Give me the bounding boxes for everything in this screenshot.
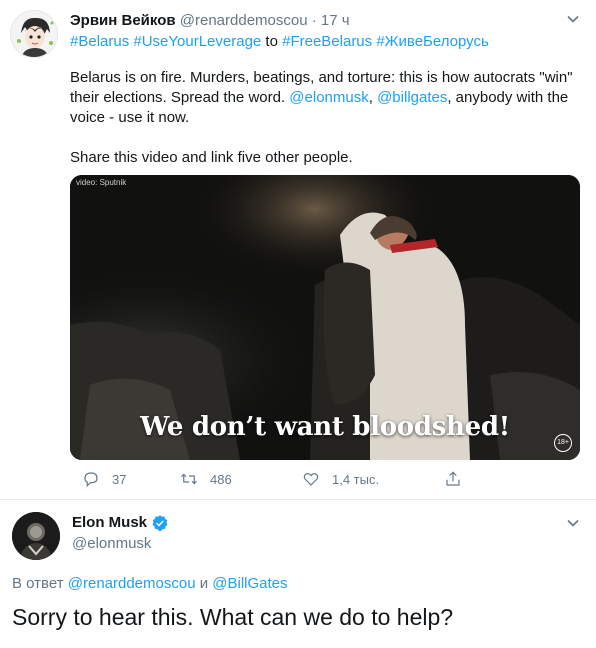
share-icon: [446, 471, 460, 486]
author-avatar[interactable]: [10, 10, 58, 58]
video-source-label: video: Sputnik: [76, 178, 127, 187]
chevron-down-icon[interactable]: [566, 12, 580, 29]
to-word: to: [265, 33, 278, 50]
reply-icon: [84, 472, 98, 488]
video-subtitle: We don’t want bloodshed!: [140, 412, 510, 442]
avatar-photo-icon: [12, 512, 60, 560]
comma: ,: [368, 89, 378, 106]
retweet-icon: [181, 473, 197, 485]
original-tweet[interactable]: Эрвин Вейков @renarddemoscou · 17 ч #Bel…: [0, 0, 596, 500]
reply-and: и: [195, 575, 213, 592]
reply-tweet-text: Sorry to hear this. What can we do to he…: [12, 604, 454, 630]
mention-elonmusk[interactable]: @elonmusk: [289, 89, 368, 106]
tweet-header: Эрвин Вейков @renarddemoscou · 17 ч: [70, 11, 350, 31]
tweet-actions: 37 486 1,4 тыс.: [70, 470, 490, 492]
reply-to-billgates[interactable]: @BillGates: [212, 575, 287, 592]
chevron-down-icon[interactable]: [566, 516, 580, 533]
avatar-illustration-icon: [11, 11, 57, 57]
share-instruction: Share this video and link five other peo…: [70, 149, 353, 166]
share-button[interactable]: [444, 470, 474, 488]
retweet-count: 486: [210, 471, 232, 487]
reply-to-renarddemoscou[interactable]: @renarddemoscou: [68, 575, 196, 592]
hashtag-belarus[interactable]: #Belarus: [70, 33, 129, 50]
tweet-body: Belarus is on fire. Murders, beatings, a…: [70, 68, 580, 128]
like-button[interactable]: 1,4 тыс.: [302, 470, 379, 488]
author-name[interactable]: Эрвин Вейков: [70, 12, 176, 29]
reply-prefix: В ответ: [12, 575, 68, 592]
reply-tweet[interactable]: Elon Musk @elonmusk В ответ @renarddemos…: [0, 500, 596, 648]
reply-author-handle[interactable]: @elonmusk: [72, 534, 151, 554]
hashtag-zhivebelorus[interactable]: #ЖивеБелорусь: [376, 33, 489, 50]
replying-to: В ответ @renarddemoscou и @BillGates: [12, 574, 288, 594]
reply-button[interactable]: 37: [82, 470, 126, 488]
age-rating-badge: 18+: [554, 434, 572, 452]
reply-count: 37: [112, 471, 127, 487]
verified-badge-icon: [152, 515, 168, 531]
elon-musk-avatar[interactable]: [12, 512, 60, 560]
tweet-hashtags: #Belarus #UseYourLeverage to #FreeBelaru…: [70, 32, 489, 52]
hashtag-freebelarus[interactable]: #FreeBelarus: [282, 33, 372, 50]
retweet-button[interactable]: 486: [180, 470, 232, 488]
reply-author-name-row: Elon Musk: [72, 513, 169, 533]
heart-icon: [303, 473, 319, 486]
video-player[interactable]: video: Sputnik We don’t want bloodshed! …: [70, 175, 580, 460]
hashtag-useyourleverage[interactable]: #UseYourLeverage: [133, 33, 261, 50]
author-handle[interactable]: @renarddemoscou: [180, 12, 308, 29]
like-count: 1,4 тыс.: [332, 471, 380, 487]
separator-dot: ·: [311, 12, 317, 29]
mention-billgates[interactable]: @billgates: [377, 89, 447, 106]
tweet-time[interactable]: 17 ч: [321, 12, 350, 29]
reply-author-name[interactable]: Elon Musk: [72, 513, 147, 533]
